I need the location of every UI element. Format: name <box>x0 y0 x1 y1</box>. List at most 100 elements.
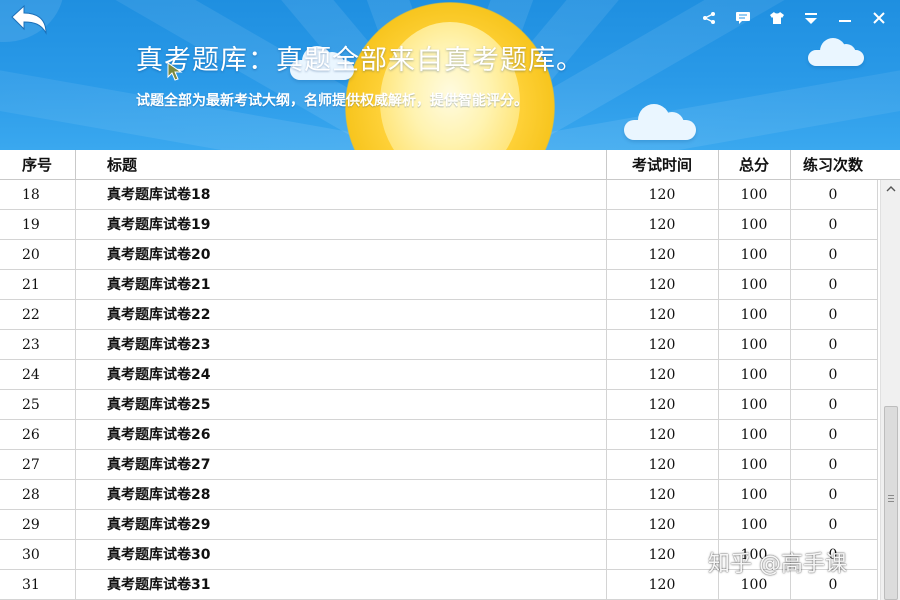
column-divider <box>75 300 76 330</box>
cell-time: 120 <box>648 457 676 473</box>
cell-count: 0 <box>828 427 838 443</box>
column-divider <box>75 540 76 570</box>
table-row[interactable]: 23 真考题库试卷23 120 100 0 <box>0 330 878 360</box>
cell-title: 真考题库试卷23 <box>107 337 211 353</box>
cell-score: 100 <box>740 187 768 203</box>
cell-title: 真考题库试卷22 <box>107 307 211 323</box>
column-divider <box>75 240 76 270</box>
table-row[interactable]: 18 真考题库试卷18 120 100 0 <box>0 180 878 210</box>
cloud-illustration <box>624 104 696 140</box>
cell-time: 120 <box>648 367 676 383</box>
header-banner: 真考题库：真题全部来自真考题库。 试题全部为最新考试大纲，名师提供权威解析，提供… <box>0 0 900 150</box>
table-row[interactable]: 28 真考题库试卷28 120 100 0 <box>0 480 878 510</box>
table-header: 序号 标题 考试时间 总分 练习次数 <box>0 150 900 180</box>
column-header-count[interactable]: 练习次数 <box>790 150 876 180</box>
page-title: 真考题库：真题全部来自真考题库。 <box>136 45 584 76</box>
cell-time: 120 <box>648 247 676 263</box>
table-row[interactable]: 19 真考题库试卷19 120 100 0 <box>0 210 878 240</box>
cell-title: 真考题库试卷20 <box>107 247 211 263</box>
table-row[interactable]: 21 真考题库试卷21 120 100 0 <box>0 270 878 300</box>
column-divider <box>877 240 878 270</box>
skin-button[interactable] <box>766 8 788 28</box>
cell-score: 100 <box>740 427 768 443</box>
column-divider <box>877 180 878 210</box>
cell-count: 0 <box>828 307 838 323</box>
table-row[interactable]: 20 真考题库试卷20 120 100 0 <box>0 240 878 270</box>
cell-no: 19 <box>22 217 40 233</box>
column-divider <box>75 420 76 450</box>
close-button[interactable] <box>868 8 890 28</box>
cell-no: 29 <box>22 517 40 533</box>
column-divider <box>75 450 76 480</box>
table-row[interactable]: 26 真考题库试卷26 120 100 0 <box>0 420 878 450</box>
cell-title: 真考题库试卷29 <box>107 517 211 533</box>
cell-no: 21 <box>22 277 40 293</box>
column-divider <box>75 150 76 180</box>
column-divider <box>75 270 76 300</box>
cell-score: 100 <box>740 367 768 383</box>
column-divider <box>877 330 878 360</box>
cell-count: 0 <box>828 247 838 263</box>
vertical-scrollbar[interactable] <box>880 180 900 600</box>
cell-count: 0 <box>828 457 838 473</box>
column-header-time[interactable]: 考试时间 <box>606 150 718 180</box>
cell-no: 18 <box>22 187 40 203</box>
back-button[interactable] <box>0 0 64 42</box>
cell-count: 0 <box>828 217 838 233</box>
cell-score: 100 <box>740 307 768 323</box>
menu-button[interactable] <box>800 8 822 28</box>
column-divider <box>75 330 76 360</box>
cell-time: 120 <box>648 187 676 203</box>
minimize-button[interactable] <box>834 8 856 28</box>
page-subtitle: 试题全部为最新考试大纲，名师提供权威解析，提供智能评分。 <box>136 93 528 109</box>
table-row[interactable]: 25 真考题库试卷25 120 100 0 <box>0 390 878 420</box>
scroll-up-button[interactable] <box>881 180 900 198</box>
watermark: 知乎 @高手课 <box>708 552 847 577</box>
cell-score: 100 <box>740 487 768 503</box>
cell-title: 真考题库试卷31 <box>107 577 211 593</box>
column-divider <box>877 420 878 450</box>
cell-score: 100 <box>740 397 768 413</box>
scrollbar-thumb[interactable] <box>884 406 898 600</box>
column-divider <box>75 390 76 420</box>
cell-time: 120 <box>648 577 676 593</box>
table-row[interactable]: 27 真考题库试卷27 120 100 0 <box>0 450 878 480</box>
column-divider <box>75 570 76 600</box>
cell-score: 100 <box>740 337 768 353</box>
table-row[interactable]: 29 真考题库试卷29 120 100 0 <box>0 510 878 540</box>
table-row[interactable]: 24 真考题库试卷24 120 100 0 <box>0 360 878 390</box>
message-button[interactable] <box>732 8 754 28</box>
cell-count: 0 <box>828 337 838 353</box>
minimize-icon <box>839 20 851 22</box>
column-divider <box>877 450 878 480</box>
column-divider <box>75 360 76 390</box>
column-header-no[interactable]: 序号 <box>22 150 52 180</box>
window-controls <box>698 8 890 28</box>
column-header-score[interactable]: 总分 <box>718 150 790 180</box>
cell-time: 120 <box>648 217 676 233</box>
cell-title: 真考题库试卷24 <box>107 367 211 383</box>
cell-count: 0 <box>828 487 838 503</box>
cell-score: 100 <box>740 457 768 473</box>
column-divider <box>877 210 878 240</box>
share-button[interactable] <box>698 8 720 28</box>
column-header-title[interactable]: 标题 <box>107 150 137 180</box>
table-body: 18 真考题库试卷18 120 100 0 19 真考题库试卷19 120 10… <box>0 180 878 600</box>
cell-title: 真考题库试卷21 <box>107 277 211 293</box>
cell-score: 100 <box>740 217 768 233</box>
table-row[interactable]: 22 真考题库试卷22 120 100 0 <box>0 300 878 330</box>
cell-title: 真考题库试卷27 <box>107 457 211 473</box>
column-divider <box>75 480 76 510</box>
chevron-up-icon <box>886 186 896 192</box>
cell-no: 24 <box>22 367 40 383</box>
cell-count: 0 <box>828 277 838 293</box>
cell-no: 20 <box>22 247 40 263</box>
column-divider <box>75 180 76 210</box>
close-icon <box>873 12 885 24</box>
column-divider <box>877 540 878 570</box>
cell-title: 真考题库试卷26 <box>107 427 211 443</box>
column-divider <box>877 390 878 420</box>
cell-score: 100 <box>740 277 768 293</box>
cell-title: 真考题库试卷30 <box>107 547 211 563</box>
cell-score: 100 <box>740 247 768 263</box>
